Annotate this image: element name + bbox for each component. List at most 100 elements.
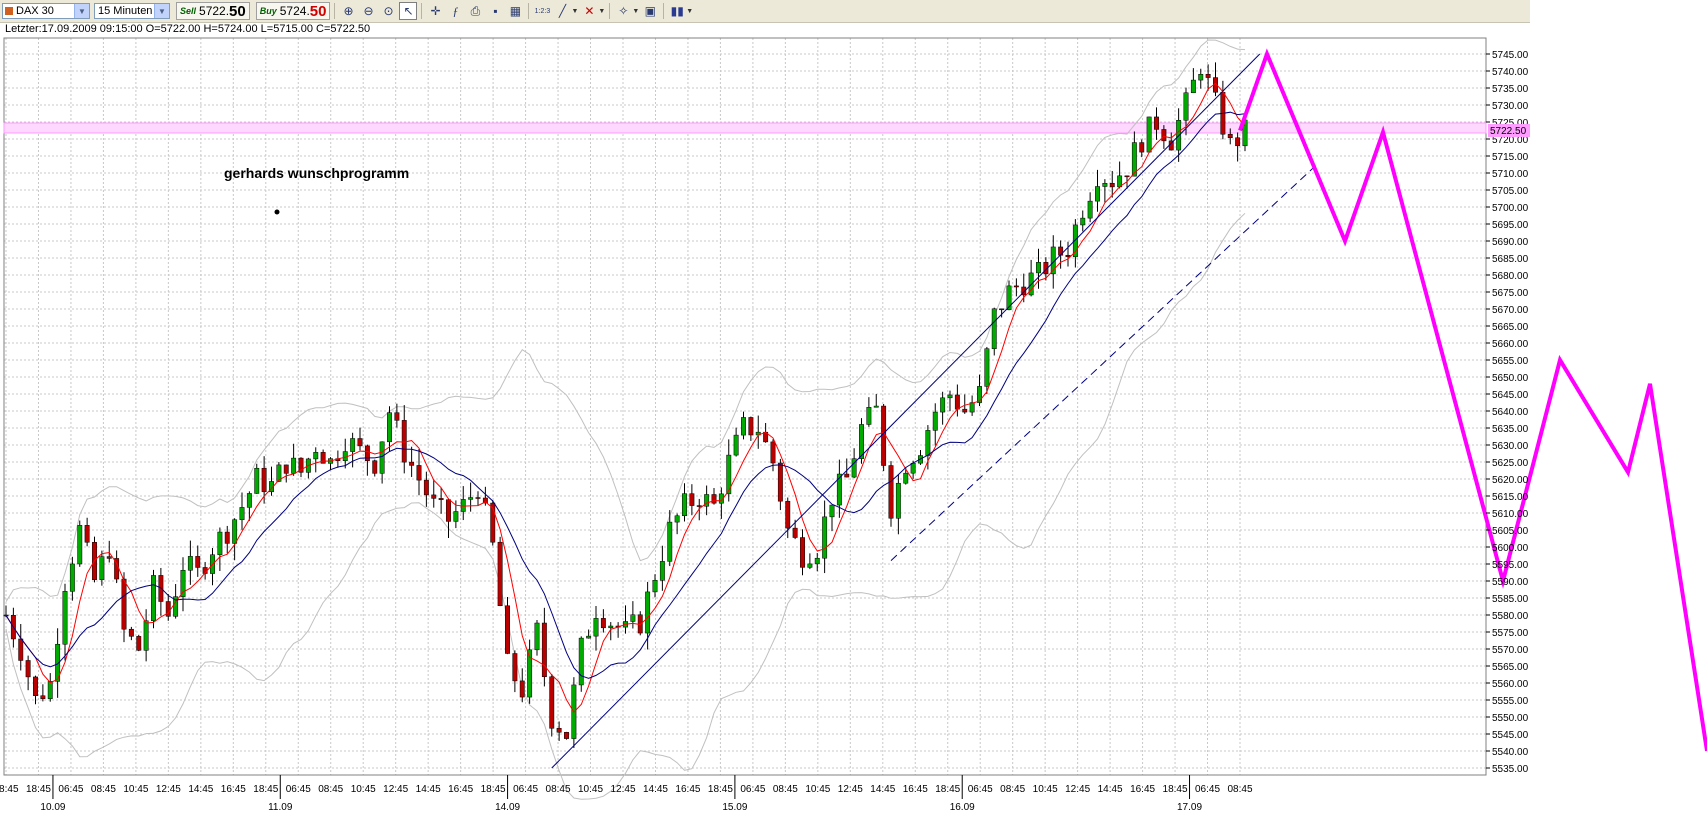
candle-body	[195, 556, 201, 568]
candle-body	[659, 561, 665, 581]
price-chart[interactable]: 5535.00 5540.00 5545.00 5550.00 5555.00 5560.…	[0, 0, 1707, 814]
y-axis: 5535.00 5540.00 5545.00 5550.00 5555.00 5560.…	[1486, 50, 1529, 775]
candle-body	[630, 614, 636, 622]
candle-body	[1102, 183, 1108, 187]
candle-body	[416, 465, 422, 481]
candle-body	[1198, 74, 1204, 81]
x-tick-label: 08:45	[318, 784, 343, 795]
x-tick-label: 18:45	[935, 784, 960, 795]
candle-body	[254, 467, 260, 494]
y-tick-label: 5745.00	[1492, 50, 1529, 61]
forecast-zigzag	[1238, 48, 1707, 752]
candle-body	[785, 500, 791, 529]
candle-body	[1124, 175, 1130, 178]
y-tick-label: 5675.00	[1492, 288, 1529, 299]
candle-body	[1058, 246, 1064, 256]
x-tick-label: 14:45	[1098, 784, 1123, 795]
y-tick-label: 5595.00	[1492, 560, 1529, 571]
candle-body	[984, 348, 990, 387]
candle-body	[239, 507, 245, 520]
y-tick-label: 5575.00	[1492, 628, 1529, 639]
y-tick-label: 5655.00	[1492, 356, 1529, 367]
candle-body	[261, 467, 267, 493]
candle-body	[895, 482, 901, 519]
candle-body	[18, 638, 24, 661]
candle-body	[128, 628, 134, 637]
candle-body	[313, 452, 319, 460]
date-label: 15.09	[722, 802, 747, 813]
date-label: 17.09	[1177, 802, 1202, 813]
x-tick-label: 08:45	[91, 784, 116, 795]
candle-body	[246, 493, 252, 508]
candle-body	[534, 622, 540, 651]
y-tick-label: 5705.00	[1492, 186, 1529, 197]
ma-slow-line	[5, 111, 1246, 679]
y-tick-label: 5695.00	[1492, 220, 1529, 231]
x-tick-label: 06:45	[513, 784, 538, 795]
candle-body	[372, 460, 378, 474]
x-tick-label: 16:45	[221, 784, 246, 795]
y-tick-label: 5665.00	[1492, 322, 1529, 333]
y-tick-label: 5565.00	[1492, 662, 1529, 673]
candle-body	[512, 653, 518, 682]
candle-body	[770, 441, 776, 464]
candle-body	[1227, 133, 1233, 138]
candle-body	[379, 441, 385, 474]
candle-body	[106, 556, 112, 559]
candle-body	[187, 556, 193, 571]
y-tick-label: 5630.00	[1492, 441, 1529, 452]
y-tick-label: 5600.00	[1492, 543, 1529, 554]
candle-body	[741, 417, 746, 436]
candle-body	[977, 386, 982, 403]
candle-body	[1109, 183, 1115, 188]
date-label: 16.09	[950, 802, 975, 813]
candle-body	[350, 438, 356, 452]
candle-body	[940, 397, 946, 413]
candle-body	[792, 527, 798, 538]
y-tick-label: 5545.00	[1492, 730, 1529, 741]
y-tick-label: 5715.00	[1492, 152, 1529, 163]
candle-body	[69, 563, 75, 592]
x-tick-label: 10:45	[578, 784, 603, 795]
candle-body	[505, 605, 510, 654]
x-tick-label: 12:45	[383, 784, 408, 795]
y-tick-label: 5650.00	[1492, 373, 1529, 384]
y-tick-label: 5670.00	[1492, 305, 1529, 316]
x-tick-label: 14:45	[870, 784, 895, 795]
candle-body	[446, 499, 451, 522]
candle-body	[829, 504, 835, 518]
candle-body	[962, 408, 968, 413]
candle-body	[40, 695, 46, 699]
candle-body	[1065, 254, 1071, 258]
candle-body	[431, 494, 437, 499]
y-tick-label: 5605.00	[1492, 526, 1529, 537]
candle-body	[564, 732, 569, 739]
candle-body	[844, 473, 850, 478]
y-tick-label: 5710.00	[1492, 169, 1529, 180]
candle-body	[468, 497, 474, 500]
y-tick-label: 5645.00	[1492, 390, 1529, 401]
candle-body	[689, 493, 695, 506]
candle-body	[1095, 186, 1100, 202]
x-tick-label: 08:45	[1000, 784, 1025, 795]
candle-body	[873, 405, 879, 408]
candle-body	[733, 434, 739, 456]
candle-body	[1146, 116, 1152, 153]
candle-body	[283, 464, 289, 474]
x-tick-label: 06:45	[286, 784, 311, 795]
x-tick-label: 06:45	[740, 784, 765, 795]
x-tick-label: 06:45	[968, 784, 993, 795]
candle-body	[777, 462, 783, 502]
y-tick-label: 5620.00	[1492, 475, 1529, 486]
x-tick-label: 06:45	[1195, 784, 1220, 795]
forecast-line	[1238, 48, 1707, 752]
y-tick-label: 5590.00	[1492, 577, 1529, 588]
current-price-label: 5722.50	[1490, 126, 1527, 137]
candle-body	[1080, 217, 1086, 226]
candle-body	[541, 622, 547, 678]
candle-body	[999, 308, 1005, 311]
x-tick-label: 18:45	[26, 784, 51, 795]
candle-body	[836, 473, 842, 506]
candle-body	[600, 618, 606, 629]
date-label: 14.09	[495, 802, 520, 813]
